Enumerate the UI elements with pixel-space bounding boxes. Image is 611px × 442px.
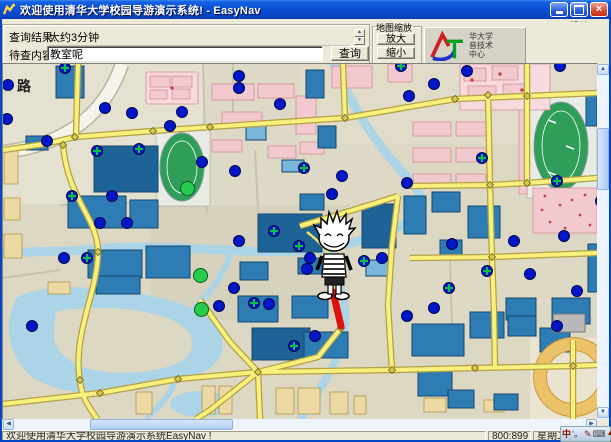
marker-node[interactable] (126, 107, 138, 119)
marker-cross[interactable] (66, 190, 78, 202)
marker-node[interactable] (558, 230, 570, 242)
app-icon (3, 3, 16, 16)
window-border-left (0, 19, 2, 442)
ime-pen-icon[interactable]: ✎ (584, 428, 592, 440)
marker-node[interactable] (263, 298, 275, 310)
marker-node[interactable] (428, 78, 440, 90)
marker-cross[interactable] (268, 225, 280, 237)
marker-node[interactable] (233, 82, 245, 94)
marker-node[interactable] (403, 90, 415, 102)
marker-node[interactable] (41, 135, 53, 147)
map-vertical-scrollbar[interactable]: ▲ ▼ (597, 64, 609, 419)
marker-node[interactable] (571, 285, 583, 297)
spin-up-button[interactable]: ▲ (354, 29, 365, 37)
zoom-in-button[interactable]: 放大 (377, 33, 415, 45)
marker-cross[interactable] (395, 64, 407, 72)
result-value: 大约3分钟 (49, 29, 349, 46)
query-input[interactable] (47, 46, 323, 61)
scroll-down-button[interactable]: ▼ (597, 407, 609, 418)
ime-language-button[interactable]: 中 (562, 428, 571, 440)
title-bar: 欢迎使用清华大学校园导游演示系统! - EasyNav × (0, 0, 611, 19)
spin-down-button[interactable]: ▼ (354, 37, 365, 45)
close-button[interactable]: × (590, 2, 608, 17)
marker-node[interactable] (106, 190, 118, 202)
org-logo-text: 华大学 音技术 中心 (469, 32, 493, 59)
marker-node[interactable] (3, 113, 13, 125)
marker-cross[interactable] (298, 162, 310, 174)
spinner: ▲ ▼ (354, 29, 365, 45)
org-logo-icon (427, 31, 467, 61)
marker-node[interactable] (551, 320, 563, 332)
marker-cross[interactable] (91, 145, 103, 157)
map-horizontal-scrollbar[interactable]: ◀ ▶ (3, 419, 597, 430)
org-logo-box: 华大学 音技术 中心 (424, 27, 526, 64)
marker-node[interactable] (233, 70, 245, 82)
marker-node[interactable] (164, 120, 176, 132)
map-viewport[interactable]: 路 (3, 64, 597, 419)
marker-cross[interactable] (476, 152, 488, 164)
map-zoom-groupbox: 地图缩放 放大 缩小 (372, 26, 422, 64)
marker-node[interactable] (336, 170, 348, 182)
marker-node[interactable] (508, 235, 520, 247)
restore-icon (574, 5, 584, 15)
scroll-up-button[interactable]: ▲ (597, 64, 609, 75)
query-groupbox: 查询结果: 大约3分钟 待查内容: 查询 ▲ ▼ (2, 24, 370, 64)
marker-cross[interactable] (288, 340, 300, 352)
minimize-button[interactable] (550, 2, 568, 17)
marker-cross[interactable] (81, 252, 93, 264)
ime-keyboard-icon[interactable]: ⌨ (593, 428, 606, 440)
marker-node[interactable] (99, 102, 111, 114)
marker-node[interactable] (401, 177, 413, 189)
marker-node[interactable] (524, 268, 536, 280)
marker-cross[interactable] (248, 297, 260, 309)
marker-green[interactable] (194, 302, 209, 317)
query-button[interactable]: 查询 (331, 46, 369, 61)
marker-node[interactable] (428, 302, 440, 314)
marker-node[interactable] (376, 252, 388, 264)
marker-node[interactable] (213, 300, 225, 312)
marker-node[interactable] (3, 79, 14, 91)
marker-node[interactable] (233, 235, 245, 247)
marker-node[interactable] (26, 320, 38, 332)
minimize-icon (556, 11, 563, 14)
marker-node[interactable] (446, 238, 458, 250)
map-markers-layer (3, 64, 597, 419)
query-panel: 查询结果: 大约3分钟 待查内容: 查询 ▲ ▼ 地图缩放 放大 缩小 华大学 … (0, 22, 611, 64)
hscroll-thumb[interactable] (90, 419, 233, 430)
ime-minimize-icon[interactable]: ▲ (607, 428, 611, 440)
marker-cross[interactable] (133, 143, 145, 155)
marker-node[interactable] (309, 330, 321, 342)
restore-button[interactable] (570, 2, 588, 17)
marker-node[interactable] (228, 282, 240, 294)
marker-node[interactable] (461, 65, 473, 77)
marker-node[interactable] (121, 217, 133, 229)
marker-node[interactable] (196, 156, 208, 168)
ime-punctuation-button[interactable]: ’。 (572, 428, 583, 440)
marker-cross[interactable] (358, 255, 370, 267)
marker-cross[interactable] (293, 240, 305, 252)
marker-cross[interactable] (481, 265, 493, 277)
marker-node[interactable] (554, 64, 566, 72)
zoom-out-button[interactable]: 缩小 (377, 47, 415, 59)
marker-node[interactable] (94, 217, 106, 229)
window-title: 欢迎使用清华大学校园导游演示系统! - EasyNav (20, 2, 261, 18)
marker-green[interactable] (180, 181, 195, 196)
ime-toolbar: 中 ’。 ✎ ⌨ ▲ (560, 426, 611, 442)
marker-node[interactable] (401, 310, 413, 322)
marker-green[interactable] (193, 268, 208, 283)
marker-node[interactable] (301, 263, 313, 275)
marker-cross[interactable] (551, 175, 563, 187)
scroll-left-button[interactable]: ◀ (3, 419, 14, 430)
marker-cross[interactable] (443, 282, 455, 294)
marker-node[interactable] (274, 98, 286, 110)
marker-cross[interactable] (59, 64, 71, 74)
close-icon: × (596, 4, 602, 15)
vscroll-thumb[interactable] (597, 128, 609, 190)
marker-node[interactable] (58, 252, 70, 264)
marker-node[interactable] (326, 188, 338, 200)
app-window: 欢迎使用清华大学校园导游演示系统! - EasyNav × (帮助)(H) 查询… (0, 0, 611, 442)
marker-node[interactable] (229, 165, 241, 177)
marker-node[interactable] (176, 106, 188, 118)
